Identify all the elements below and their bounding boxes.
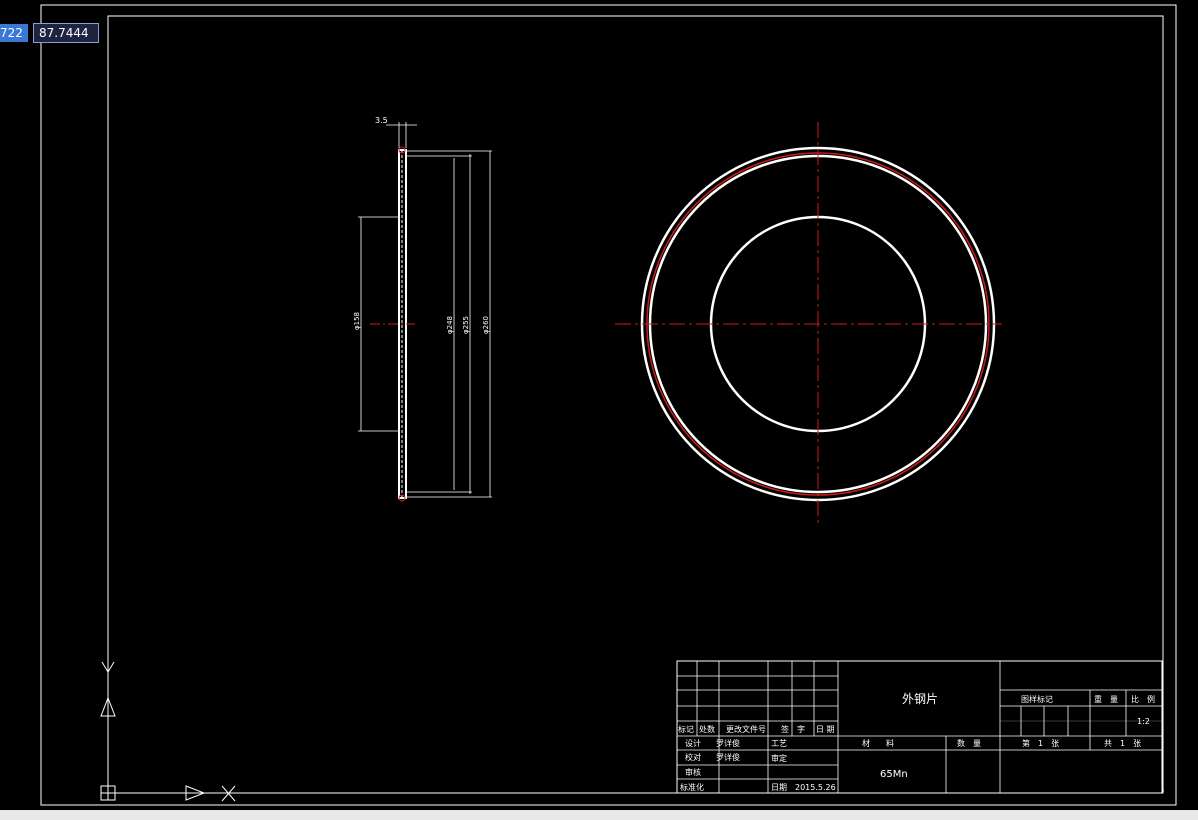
label-sheet: 第 1 张 (1022, 738, 1059, 748)
drawing-date: 2015.5.26 (795, 783, 836, 792)
dim-d255-text: φ255 (462, 316, 470, 334)
dim-thickness-text: 3.5 (375, 116, 388, 125)
label-check: 校对 (685, 752, 701, 762)
label-approve: 审定 (771, 753, 787, 763)
dim-d158-text: φ158 (353, 312, 361, 330)
label-drawing-mark: 图样标记 (1021, 694, 1053, 704)
header-date: 日 期 (816, 725, 835, 734)
material-value: 65Mn (880, 769, 908, 780)
coordinate-y-input[interactable]: 87.7444 (33, 23, 99, 43)
part-name: 外钢片 (902, 692, 938, 706)
dim-d255[interactable]: φ255 (462, 154, 471, 494)
header-change-doc: 更改文件号 (726, 724, 766, 734)
header-count: 处数 (699, 724, 715, 734)
title-block-text: 外钢片 标记 处数 更改文件号 签 字 日 期 设计 校对 审核 标准化 罗详俊… (678, 692, 1155, 792)
label-material: 材 料 (862, 738, 894, 748)
label-scale: 比 例 (1131, 694, 1155, 704)
label-standard: 标准化 (680, 782, 704, 792)
side-view[interactable]: 3.5 φ158 φ248 φ255 φ260 (353, 116, 492, 502)
label-weight: 重 量 (1094, 694, 1118, 704)
label-design: 设计 (685, 738, 701, 748)
dim-d248[interactable]: φ248 (446, 158, 455, 490)
label-process: 工艺 (771, 739, 787, 748)
designer-name: 罗详俊 (716, 738, 740, 748)
dim-d248-text: φ248 (446, 316, 454, 334)
dim-d260[interactable]: φ260 (482, 151, 491, 497)
status-bar-edge (0, 810, 1198, 820)
dim-d260-text: φ260 (482, 316, 490, 334)
front-view[interactable] (615, 122, 1002, 524)
inner-frame (107, 15, 1164, 794)
outer-frame (40, 4, 1177, 806)
label-total: 共 1 张 (1104, 739, 1141, 748)
label-quantity: 数 量 (957, 738, 981, 748)
ucs-icon (100, 661, 236, 802)
header-signature: 签 字 (781, 724, 805, 734)
drawing-canvas[interactable]: 3.5 φ158 φ248 φ255 φ260 外钢片 标记 处数 更改文件号 … (0, 0, 1198, 820)
label-date: 日期 (771, 783, 787, 792)
scale-value: 1:2 (1137, 717, 1150, 726)
header-mark: 标记 (678, 724, 694, 734)
dim-thickness[interactable]: 3.5 (375, 116, 417, 148)
label-review: 审核 (685, 767, 701, 777)
checker-name: 罗详俊 (716, 752, 740, 762)
coordinate-x-input[interactable]: 722 (0, 24, 28, 42)
